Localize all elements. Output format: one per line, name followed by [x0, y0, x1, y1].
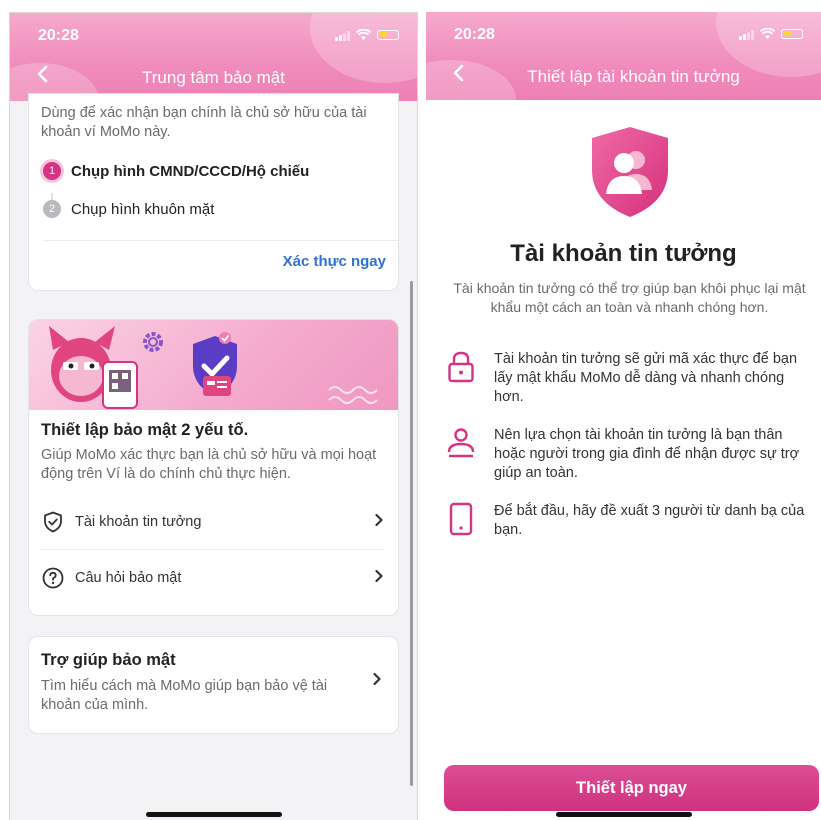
- trusted-account-heading: Tài khoản tin tưởng: [510, 240, 737, 267]
- feature-item: Nên lựa chọn tài khoản tin tưởng là bạn …: [446, 426, 809, 483]
- person-icon: [447, 428, 475, 458]
- chevron-right-icon: [374, 569, 384, 588]
- security-banner-illustration: [29, 320, 398, 410]
- feature-text: Nên lựa chọn tài khoản tin tưởng là bạn …: [494, 427, 800, 481]
- step-label: Chụp hình CMND/CCCD/Hộ chiếu: [71, 162, 310, 180]
- header-bar: 20:28 Thiết lập tài khoản tin tưởng: [426, 12, 821, 100]
- scrollbar[interactable]: [410, 281, 413, 786]
- question-circle-icon: [42, 567, 64, 589]
- chevron-right-icon: [374, 513, 384, 532]
- verify-now-link[interactable]: Xác thực ngay: [283, 253, 386, 270]
- trusted-account-row[interactable]: Tài khoản tin tưởng: [41, 496, 384, 548]
- step-label: Chụp hình khuôn mặt: [71, 200, 215, 218]
- page-title: Thiết lập tài khoản tin tưởng: [527, 67, 740, 86]
- two-factor-card: Thiết lập bảo mật 2 yếu tố. Giúp MoMo xá…: [28, 319, 399, 616]
- verify-description: Dùng để xác nhận bạn chính là chủ sở hữu…: [41, 105, 367, 140]
- battery-icon: [781, 29, 803, 39]
- two-factor-title: Thiết lập bảo mật 2 yếu tố.: [41, 421, 249, 439]
- verify-step-1: 1 Chụp hình CMND/CCCD/Hộ chiếu: [43, 162, 309, 180]
- page-title: Trung tâm bảo mật: [142, 68, 285, 87]
- trusted-account-description: Tài khoản tin tưởng có thể trợ giúp bạn …: [453, 280, 806, 315]
- trusted-account-content: Tài khoản tin tưởng Tài khoản tin tưởng …: [426, 100, 821, 820]
- chevron-right-icon: [372, 672, 382, 691]
- battery-icon: [377, 30, 399, 40]
- step-number: 1: [43, 162, 61, 180]
- setup-now-button[interactable]: Thiết lập ngay: [444, 765, 819, 811]
- status-icons: [739, 28, 803, 40]
- security-help-title: Trợ giúp bảo mật: [41, 651, 176, 669]
- signal-icon: [739, 29, 754, 40]
- security-question-row[interactable]: Câu hỏi bảo mật: [41, 552, 384, 604]
- feature-item: Để bắt đầu, hãy đề xuất 3 người từ danh …: [446, 502, 809, 540]
- feature-text: Để bắt đầu, hãy đề xuất 3 người từ danh …: [494, 503, 805, 538]
- identity-verify-card: Dùng để xác nhận bạn chính là chủ sở hữu…: [28, 93, 399, 291]
- trusted-shield-icon: [586, 124, 674, 220]
- header-bar: 20:28 Trung tâm bảo mật: [10, 13, 417, 101]
- divider: [41, 549, 384, 550]
- trusted-account-label: Tài khoản tin tưởng: [75, 514, 202, 530]
- status-time: 20:28: [454, 26, 495, 43]
- home-indicator[interactable]: [556, 812, 692, 817]
- wifi-icon: [760, 28, 775, 39]
- trusted-account-setup-screen: 20:28 Thiết lập tài khoản tin tưởng Tài …: [426, 12, 821, 820]
- scroll-content[interactable]: Dùng để xác nhận bạn chính là chủ sở hữu…: [10, 93, 417, 820]
- mascot-illustration: [49, 326, 378, 409]
- screenshot-stage: 20:28 Trung tâm bảo mật Dùng để xác nhận…: [0, 0, 821, 820]
- home-indicator[interactable]: [146, 812, 282, 817]
- phone-icon: [449, 502, 473, 536]
- two-factor-description: Giúp MoMo xác thực bạn là chủ sở hữu và …: [41, 447, 377, 482]
- lock-icon: [448, 351, 474, 383]
- verify-step-2: 2 Chụp hình khuôn mặt: [43, 200, 214, 218]
- signal-icon: [335, 30, 350, 41]
- feature-item: Tài khoản tin tưởng sẽ gửi mã xác thực đ…: [446, 350, 809, 407]
- security-center-screen: 20:28 Trung tâm bảo mật Dùng để xác nhận…: [9, 12, 418, 820]
- security-question-label: Câu hỏi bảo mật: [75, 570, 182, 586]
- shield-check-icon: [44, 511, 62, 533]
- status-time: 20:28: [38, 27, 79, 44]
- status-icons: [335, 29, 399, 41]
- security-help-card[interactable]: Trợ giúp bảo mật Tìm hiểu cách mà MoMo g…: [28, 636, 399, 734]
- divider: [43, 240, 398, 241]
- security-help-description: Tìm hiểu cách mà MoMo giúp bạn bảo vệ tà…: [41, 678, 328, 713]
- step-number: 2: [43, 200, 61, 218]
- wifi-icon: [356, 29, 371, 40]
- feature-text: Tài khoản tin tưởng sẽ gửi mã xác thực đ…: [494, 351, 798, 405]
